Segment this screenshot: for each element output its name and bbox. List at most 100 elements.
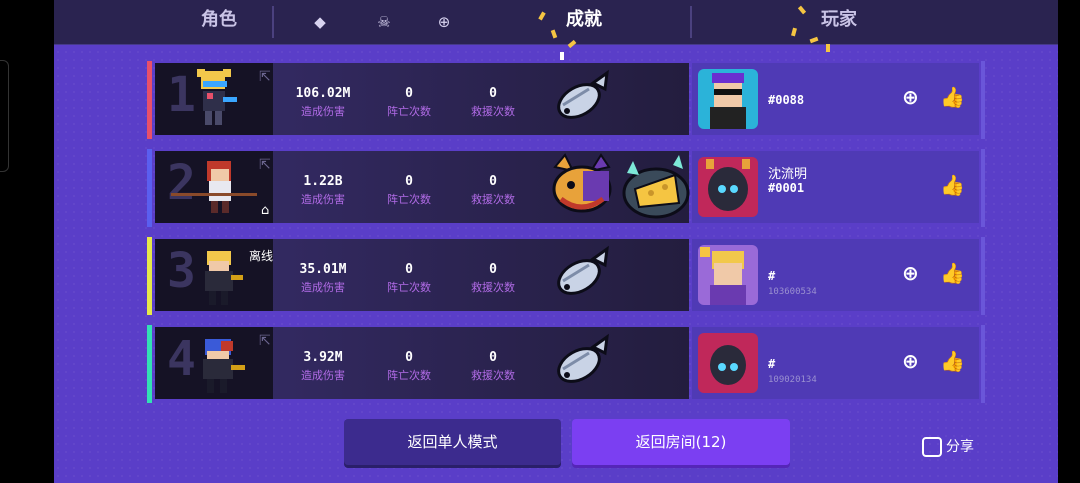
character-sprite (205, 251, 243, 305)
rescues-label: 救援次数 (471, 369, 515, 382)
rank-stripe (147, 325, 152, 403)
damage-value: 1.22B (303, 174, 343, 189)
share-label: 分享 (946, 439, 974, 455)
tab-achievement[interactable]: 成就 (554, 0, 614, 44)
rank-stripe (147, 149, 152, 227)
share-icon (922, 437, 942, 457)
player-id: # (768, 269, 776, 283)
stat-damage: 35.01M 造成伤害 (283, 262, 363, 295)
damage-value: 35.01M (299, 262, 347, 277)
stats-panel: 106.02M 造成伤害 0 阵亡次数 0 救援次数 (273, 63, 689, 135)
tag-icon[interactable]: ◆ (310, 12, 330, 32)
stat-rescues: 0 救援次数 (453, 174, 533, 207)
row-edge (981, 61, 985, 139)
damage-label: 造成伤害 (301, 369, 345, 382)
character-sprite (197, 69, 237, 125)
deaths-label: 阵亡次数 (387, 105, 431, 118)
stat-deaths: 0 阵亡次数 (369, 86, 449, 119)
rescues-value: 0 (489, 262, 497, 277)
offline-label: 离线 (249, 249, 274, 263)
player-card: # 103600534 ⊕ 👍 (692, 239, 979, 311)
player-id: # (768, 357, 776, 371)
player-row: 4 ⇱ 3.92M 造成伤害 0 阵亡次数 0 救援次数 # 109020134 ⊕ (147, 325, 985, 403)
stats-panel: 35.01M 造成伤害 0 阵亡次数 0 救援次数 (273, 239, 689, 311)
cheese-badge-icon[interactable] (621, 153, 691, 221)
rank-number: 1 (167, 67, 196, 123)
rescues-value: 0 (489, 350, 497, 365)
rescues-label: 救援次数 (471, 281, 515, 294)
thumbs-up-icon[interactable]: 👍 (940, 173, 966, 199)
wolf-badge-icon[interactable] (547, 153, 617, 221)
thumbs-up-icon[interactable]: 👍 (940, 261, 966, 287)
add-friend-icon[interactable]: ⊕ (902, 85, 928, 111)
stat-rescues: 0 救援次数 (453, 262, 533, 295)
stats-panel: 3.92M 造成伤害 0 阵亡次数 0 救援次数 (273, 327, 689, 399)
rank-number: 4 (167, 331, 196, 387)
return-single-mode-button[interactable]: 返回单人模式 (344, 419, 561, 465)
character-sprite (171, 161, 257, 213)
deaths-label: 阵亡次数 (387, 369, 431, 382)
deaths-value: 0 (405, 262, 413, 277)
skull-icon[interactable]: ☠ (374, 12, 394, 32)
character-portrait: 1 ⇱ (155, 63, 273, 135)
rescues-value: 0 (489, 174, 497, 189)
stat-deaths: 0 阵亡次数 (369, 174, 449, 207)
player-card: 沈流明 #0001 👍 (692, 151, 979, 223)
player-account: 103600534 (768, 287, 817, 297)
fish-badge-icon[interactable] (551, 333, 611, 393)
avatar[interactable] (698, 69, 758, 129)
player-row: 3 离线 35.01M 造成伤害 0 阵亡次数 0 救援次数 # 103600534 … (147, 237, 985, 315)
fish-badge-icon[interactable] (551, 69, 611, 129)
avatar[interactable] (698, 333, 758, 393)
stat-damage: 3.92M 造成伤害 (283, 350, 363, 383)
player-name: 沈流明 (768, 167, 808, 182)
row-edge (981, 325, 985, 403)
fish-badge-icon[interactable] (551, 245, 611, 305)
damage-label: 造成伤害 (301, 193, 345, 206)
rescues-label: 救援次数 (471, 105, 515, 118)
avatar[interactable] (698, 245, 758, 305)
avatar[interactable] (698, 157, 758, 217)
rank-stripe (147, 237, 152, 315)
arrow-ne-icon: ⇱ (259, 157, 271, 173)
deaths-label: 阵亡次数 (387, 193, 431, 206)
character-portrait: 2 ⇱ ⌂ (155, 151, 273, 223)
rescues-label: 救援次数 (471, 193, 515, 206)
arrow-ne-icon: ⇱ (259, 69, 271, 85)
player-row: 1 ⇱ 106.02M 造成伤害 0 阵亡次数 0 救援次数 #0088 ⊕ 👍 (147, 61, 985, 139)
damage-value: 106.02M (295, 86, 351, 101)
damage-label: 造成伤害 (301, 281, 345, 294)
character-portrait: 4 ⇱ (155, 327, 273, 399)
rescues-value: 0 (489, 86, 497, 101)
tab-divider (690, 6, 692, 38)
confetti (826, 44, 830, 52)
thumbs-up-icon[interactable]: 👍 (940, 349, 966, 375)
share-button[interactable]: 分享 (922, 436, 974, 460)
tab-divider (272, 6, 274, 38)
row-edge (981, 149, 985, 227)
rank-number: 3 (167, 243, 196, 299)
damage-value: 3.92M (303, 350, 343, 365)
deaths-value: 0 (405, 174, 413, 189)
rank-stripe (147, 61, 152, 139)
character-portrait: 3 离线 (155, 239, 273, 311)
tab-bar: 角色 ◆ ☠ ⊕ 成就 玩家 (54, 0, 1058, 45)
thumbs-up-icon[interactable]: 👍 (940, 85, 966, 111)
return-room-button[interactable]: 返回房间(12) (572, 419, 790, 465)
tab-player[interactable]: 玩家 (809, 0, 869, 44)
deaths-label: 阵亡次数 (387, 281, 431, 294)
add-friend-icon[interactable]: ⊕ (902, 261, 928, 287)
add-friend-icon[interactable]: ⊕ (902, 349, 928, 375)
player-id: #0001 (768, 181, 805, 195)
camera-notch (0, 60, 9, 172)
player-account: 109020134 (768, 375, 817, 385)
character-sprite (203, 339, 245, 393)
player-row: 2 ⇱ ⌂ 1.22B 造成伤害 0 阵亡次数 0 救援次数 沈流明 #0001… (147, 149, 985, 227)
stat-rescues: 0 救援次数 (453, 350, 533, 383)
stat-damage: 106.02M 造成伤害 (283, 86, 363, 119)
home-icon: ⌂ (261, 203, 270, 218)
stat-damage: 1.22B 造成伤害 (283, 174, 363, 207)
target-icon[interactable]: ⊕ (434, 12, 454, 32)
tab-role[interactable]: 角色 (194, 0, 244, 44)
confetti (560, 52, 564, 60)
